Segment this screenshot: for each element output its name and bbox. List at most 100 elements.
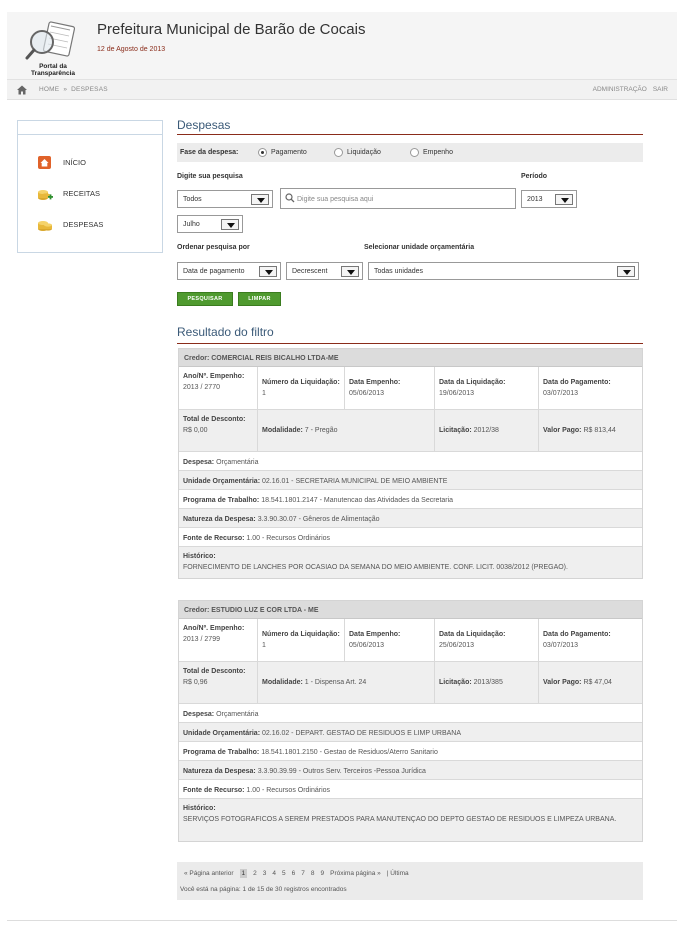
year-select[interactable]: 2013 bbox=[521, 190, 577, 208]
unit-select[interactable]: Todas unidades bbox=[368, 262, 639, 280]
page-link[interactable]: 8 bbox=[311, 870, 315, 877]
field-label: Unidade Orçamentária: bbox=[183, 730, 261, 737]
field-label: Fonte de Recurso: bbox=[183, 535, 245, 542]
sidebar-item-label: INÍCIO bbox=[63, 158, 86, 167]
nav-right-links: ADMINISTRAÇÃO SAIR bbox=[587, 86, 668, 93]
result-row-dates: Ano/Nº. Empenho: 2013 / 2770 Número da L… bbox=[179, 367, 642, 410]
field-label: Modalidade: bbox=[262, 427, 303, 434]
home-icon[interactable] bbox=[16, 84, 28, 96]
result-row-unidade: Unidade Orçamentária: 02.16.01 - SECRETA… bbox=[179, 471, 642, 490]
radio-liquidacao[interactable] bbox=[334, 148, 343, 157]
cell-licitacao: Licitação: 2013/385 bbox=[435, 662, 539, 703]
field-value: 02.16.01 - SECRETARIA MUNICIPAL DE MEIO … bbox=[261, 478, 448, 485]
select-value: 2013 bbox=[527, 196, 543, 203]
magnifier-notebook-icon bbox=[25, 21, 76, 60]
fase-label: Fase da despesa: bbox=[180, 149, 239, 156]
field-label: Data Empenho: bbox=[349, 379, 401, 386]
portal-logo[interactable]: Portal da Transparência bbox=[24, 20, 80, 78]
page-link-current[interactable]: 1 bbox=[239, 869, 248, 878]
page-link[interactable]: 4 bbox=[272, 870, 276, 877]
select-value: Todas unidades bbox=[374, 268, 424, 275]
sidebar-item-receitas[interactable]: RECEITAS bbox=[18, 182, 162, 204]
cell-data-liquidacao: Data da Liquidação: 19/06/2013 bbox=[435, 367, 539, 409]
search-label: Digite sua pesquisa bbox=[177, 173, 243, 180]
search-filter-select[interactable]: Todos bbox=[177, 190, 273, 208]
page-link[interactable]: 2 bbox=[253, 870, 257, 877]
field-value: 18.541.1801.2147 - Manutencao das Ativid… bbox=[261, 497, 454, 504]
sidebar-item-despesas[interactable]: DESPESAS bbox=[18, 213, 162, 235]
result-card-header: Credor: COMERCIAL REIS BICALHO LTDA-ME bbox=[179, 349, 642, 367]
order-direction-select[interactable]: Decrescent bbox=[286, 262, 363, 280]
result-row-despesa: Despesa: Orçamentária bbox=[179, 452, 642, 471]
home-icon bbox=[37, 155, 52, 170]
order-field-select[interactable]: Data de pagamento bbox=[177, 262, 281, 280]
cell-desconto: Total de Desconto: R$ 0,00 bbox=[179, 410, 258, 451]
cell-data-pagamento: Data do Pagamento: 03/07/2013 bbox=[539, 619, 642, 661]
credor-name: COMERCIAL REIS BICALHO LTDA-ME bbox=[211, 355, 339, 362]
site-title: Prefeitura Municipal de Barão de Cocais bbox=[97, 21, 366, 38]
result-row-historico: Histórico: FORNECIMENTO DE LANCHES POR OC… bbox=[179, 547, 642, 578]
logout-link[interactable]: SAIR bbox=[653, 86, 668, 93]
chevron-down-icon bbox=[251, 194, 269, 205]
chevron-down-icon bbox=[259, 266, 277, 277]
select-value: Data de pagamento bbox=[183, 268, 245, 275]
cell-data-pagamento: Data do Pagamento: 03/07/2013 bbox=[539, 367, 642, 409]
credor-name: ESTUDIO LUZ E COR LTDA - ME bbox=[211, 607, 319, 614]
field-value: 02.16.02 - DEPART. GESTAO DE RESIDUOS E … bbox=[261, 730, 462, 737]
field-label: Data da Liquidação: bbox=[439, 379, 506, 386]
field-label: Unidade Orçamentária: bbox=[183, 478, 261, 485]
search-button[interactable]: PESQUISAR bbox=[177, 292, 233, 306]
radio-empenho[interactable] bbox=[410, 148, 419, 157]
field-value: 3.3.90.30.07 - Gêneros de Alimentação bbox=[257, 516, 380, 523]
field-label: Valor Pago: bbox=[543, 427, 582, 434]
field-value: R$ 0,00 bbox=[183, 427, 208, 434]
field-value: 25/06/2013 bbox=[439, 642, 475, 649]
result-card: Credor: ESTUDIO LUZ E COR LTDA - ME Ano/… bbox=[178, 600, 643, 842]
current-date: 12 de Agosto de 2013 bbox=[97, 46, 166, 53]
page-link[interactable]: 5 bbox=[282, 870, 286, 877]
results-divider bbox=[177, 343, 643, 344]
sidebar-menu: INÍCIO RECEITAS DESPESAS bbox=[17, 120, 163, 253]
cell-num-liquidacao: Número da Liquidação: 1 bbox=[258, 619, 345, 661]
radio-pagamento[interactable] bbox=[258, 148, 267, 157]
field-label: Histórico: bbox=[183, 805, 216, 812]
admin-link[interactable]: ADMINISTRAÇÃO bbox=[593, 86, 647, 93]
breadcrumb-home[interactable]: HOME bbox=[39, 86, 59, 93]
page-link[interactable]: 9 bbox=[321, 870, 325, 877]
prev-page-link[interactable]: « Página anterior bbox=[184, 870, 234, 877]
sidebar-header bbox=[18, 121, 162, 135]
search-input[interactable]: Digite sua pesquisa aqui bbox=[280, 188, 516, 209]
field-value: 2012/38 bbox=[473, 427, 499, 434]
cell-data-liquidacao: Data da Liquidação: 25/06/2013 bbox=[435, 619, 539, 661]
select-value: Todos bbox=[183, 196, 202, 203]
cell-empenho: Ano/Nº. Empenho: 2013 / 2770 bbox=[179, 367, 258, 409]
result-row-natureza: Natureza da Despesa: 3.3.90.39.99 - Outr… bbox=[179, 761, 642, 780]
page-link[interactable]: 7 bbox=[301, 870, 305, 877]
clear-button[interactable]: LIMPAR bbox=[238, 292, 281, 306]
select-value: Julho bbox=[183, 221, 200, 228]
page-title: Despesas bbox=[177, 118, 231, 132]
field-value: 18.541.1801.2150 - Gestao de Residuos/At… bbox=[261, 749, 438, 756]
field-label: Modalidade: bbox=[262, 679, 303, 686]
field-label: Histórico: bbox=[183, 553, 216, 560]
results-title: Resultado do filtro bbox=[177, 325, 274, 339]
period-label: Período bbox=[521, 173, 548, 180]
last-page-link[interactable]: | Última bbox=[387, 870, 409, 877]
page-link[interactable]: 6 bbox=[292, 870, 296, 877]
month-select[interactable]: Julho bbox=[177, 215, 243, 233]
chevron-down-icon bbox=[341, 266, 359, 277]
field-label: Total de Desconto: bbox=[183, 668, 246, 675]
breadcrumb: HOME » DESPESAS bbox=[39, 86, 112, 93]
next-page-link[interactable]: Próxima página » bbox=[330, 870, 381, 877]
field-value: 05/06/2013 bbox=[349, 642, 385, 649]
logo-text: Portal da Transparência bbox=[30, 63, 76, 77]
breadcrumb-despesas[interactable]: DESPESAS bbox=[71, 86, 108, 93]
coins-icon bbox=[37, 217, 52, 232]
field-label: Fonte de Recurso: bbox=[183, 787, 245, 794]
sidebar-item-inicio[interactable]: INÍCIO bbox=[18, 151, 162, 173]
page-frame: Portal da Transparência Prefeitura Munic… bbox=[7, 12, 677, 921]
page-link[interactable]: 3 bbox=[263, 870, 267, 877]
field-value: 1 bbox=[262, 642, 266, 649]
field-value: SERVIÇOS FOTOGRAFICOS A SEREM PRESTADOS … bbox=[183, 816, 617, 823]
field-label: Despesa: bbox=[183, 459, 215, 466]
